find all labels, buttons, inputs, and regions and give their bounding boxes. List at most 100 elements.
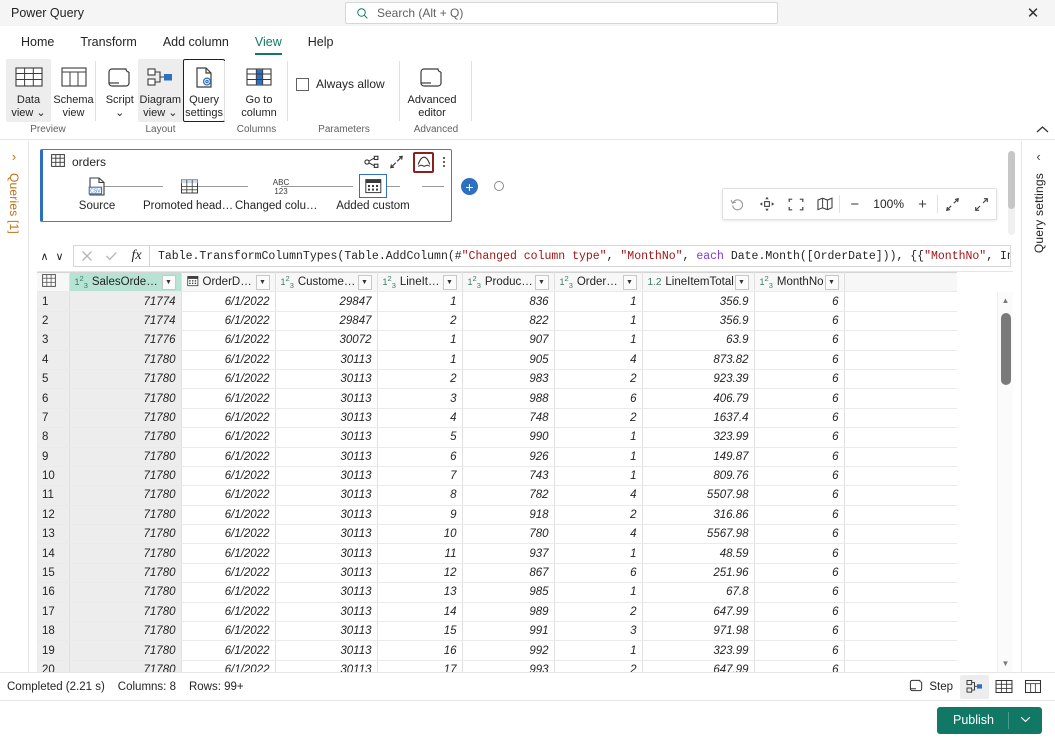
cell-monthno[interactable]: 6 [754,524,845,545]
cell-customerid[interactable]: 30113 [275,350,378,370]
cell-lineitemtotal[interactable]: 149.87 [642,447,755,467]
search-input[interactable]: Search (Alt + Q) [345,2,778,24]
cell-salesorderid[interactable]: 71780 [69,485,182,506]
cell-orderqty[interactable]: 1 [554,466,643,487]
cell-lineitem[interactable]: 6 [377,447,463,467]
status-diagram-view-button[interactable] [960,674,989,699]
cell-productid[interactable]: 990 [462,427,555,448]
cell-lineitem[interactable]: 2 [377,369,463,390]
row-number-cell[interactable]: 18 [37,621,70,642]
cell-productid[interactable]: 926 [462,447,555,467]
publish-dropdown-button[interactable] [1009,715,1042,726]
cell-lineitem[interactable]: 10 [377,524,463,545]
cell-monthno[interactable]: 6 [754,388,845,409]
row-number-cell[interactable]: 5 [37,369,70,390]
query-settings-button[interactable]: Query settings [183,59,225,122]
cell-lineitemtotal[interactable]: 63.9 [642,330,755,351]
cell-lineitem[interactable]: 1 [377,350,463,370]
formula-input[interactable]: Table.TransformColumnTypes(Table.AddColu… [149,245,1011,267]
cell-monthno[interactable]: 6 [754,543,845,564]
cell-lineitem[interactable]: 8 [377,485,463,506]
cell-monthno[interactable]: 6 [754,350,845,370]
cell-productid[interactable]: 743 [462,466,555,487]
cell-productid[interactable]: 905 [462,350,555,370]
cell-lineitem[interactable]: 12 [377,563,463,584]
select-all-table-icon[interactable] [37,272,70,293]
cell-productid[interactable]: 822 [462,311,555,332]
row-number-cell[interactable]: 17 [37,602,70,623]
pan-icon[interactable] [752,189,781,219]
column-filter-dropdown[interactable]: ▼ [734,274,749,290]
cell-lineitemtotal[interactable]: 67.8 [642,582,755,603]
cell-customerid[interactable]: 29847 [275,291,378,312]
cell-monthno[interactable]: 6 [754,291,845,312]
collapse-icon[interactable] [938,189,967,219]
cell-orderdate[interactable]: 6/1/2022 [181,621,276,642]
publish-button[interactable]: Publish [937,706,1042,734]
cell-productid[interactable]: 748 [462,408,555,429]
row-number-cell[interactable]: 13 [37,524,70,545]
status-data-view-button[interactable] [989,675,1018,699]
cell-customerid[interactable]: 30113 [275,524,378,545]
cell-productid[interactable]: 918 [462,505,555,526]
row-number-cell[interactable]: 1 [37,291,70,312]
column-header-monthno[interactable]: 123 MonthNo ▼ [754,272,845,293]
row-number-cell[interactable]: 20 [37,660,70,672]
row-number-cell[interactable]: 15 [37,563,70,584]
row-number-cell[interactable]: 9 [37,447,70,467]
cell-orderdate[interactable]: 6/1/2022 [181,543,276,564]
cell-orderqty[interactable]: 2 [554,505,643,526]
queries-rail-label[interactable]: Queries [1] [7,173,21,234]
table-row[interactable]: 3 71776 6/1/2022 30072 1 907 1 63.9 6 [37,330,957,351]
cell-lineitem[interactable]: 7 [377,466,463,487]
cell-orderdate[interactable]: 6/1/2022 [181,524,276,545]
column-header-lineitem[interactable]: 123 LineItem ▼ [377,272,463,293]
cell-lineitem[interactable]: 1 [377,330,463,351]
cell-productid[interactable]: 988 [462,388,555,409]
column-filter-dropdown[interactable]: ▼ [357,274,372,290]
cell-lineitemtotal[interactable]: 323.99 [642,640,755,661]
cell-orderdate[interactable]: 6/1/2022 [181,369,276,390]
cell-lineitem[interactable]: 16 [377,640,463,661]
cell-monthno[interactable]: 6 [754,660,845,672]
cell-monthno[interactable]: 6 [754,330,845,351]
cell-customerid[interactable]: 30113 [275,660,378,672]
cell-salesorderid[interactable]: 71780 [69,660,182,672]
cell-salesorderid[interactable]: 71780 [69,350,182,370]
step-source[interactable]: CSV Source [51,174,143,212]
cell-salesorderid[interactable]: 71780 [69,582,182,603]
expand-queries-icon[interactable]: › [12,149,16,164]
cell-orderqty[interactable]: 6 [554,388,643,409]
cell-lineitemtotal[interactable]: 5567.98 [642,524,755,545]
cell-lineitemtotal[interactable]: 406.79 [642,388,755,409]
cell-monthno[interactable]: 6 [754,640,845,661]
cell-salesorderid[interactable]: 71780 [69,466,182,487]
cell-salesorderid[interactable]: 71780 [69,408,182,429]
cell-customerid[interactable]: 30113 [275,640,378,661]
zoom-in-button[interactable]: + [908,189,937,219]
cell-monthno[interactable]: 6 [754,582,845,603]
fx-icon[interactable]: fx [124,246,149,266]
script-button[interactable]: Script ⌄ [102,59,138,122]
cell-lineitem[interactable]: 3 [377,388,463,409]
cell-customerid[interactable]: 30113 [275,543,378,564]
cell-lineitemtotal[interactable]: 809.76 [642,466,755,487]
cell-lineitemtotal[interactable]: 356.9 [642,311,755,332]
cell-orderqty[interactable]: 1 [554,582,643,603]
cell-orderdate[interactable]: 6/1/2022 [181,660,276,672]
cell-lineitemtotal[interactable]: 647.99 [642,660,755,672]
cell-salesorderid[interactable]: 71780 [69,427,182,448]
cell-lineitem[interactable]: 14 [377,602,463,623]
table-row[interactable]: 10 71780 6/1/2022 30113 7 743 1 809.76 6 [37,466,957,487]
cell-salesorderid[interactable]: 71780 [69,543,182,564]
table-row[interactable]: 16 71780 6/1/2022 30113 13 985 1 67.8 6 [37,582,957,603]
cell-lineitem[interactable]: 17 [377,660,463,672]
cell-orderqty[interactable]: 2 [554,369,643,390]
query-settings-rail[interactable]: ‹ Query settings [1021,141,1055,672]
cell-lineitemtotal[interactable]: 48.59 [642,543,755,564]
cell-orderqty[interactable]: 2 [554,602,643,623]
table-row[interactable]: 18 71780 6/1/2022 30113 15 991 3 971.98 6 [37,621,957,642]
schema-view-button[interactable]: Schema view [51,59,96,122]
cell-salesorderid[interactable]: 71780 [69,505,182,526]
cell-lineitem[interactable]: 5 [377,427,463,448]
